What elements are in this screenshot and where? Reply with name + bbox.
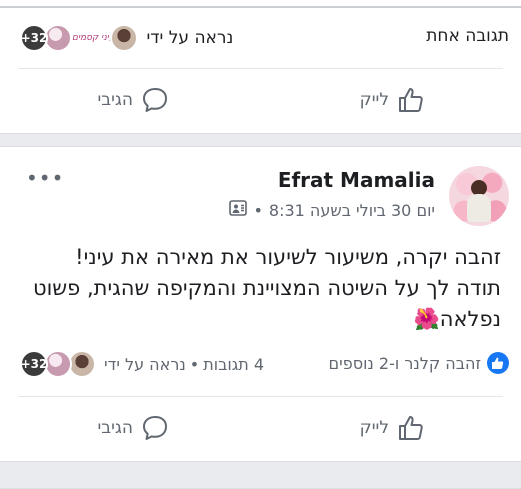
like-button[interactable]: לייק: [360, 414, 425, 442]
comment-icon: [141, 86, 169, 114]
reply-count-link[interactable]: תגובה אחת: [426, 26, 509, 46]
comment-label: הגיבי: [97, 90, 133, 110]
seen-avatar: [110, 24, 139, 52]
previous-post-top-edge: [0, 0, 521, 8]
seen-separator: •: [189, 354, 200, 374]
like-reaction-icon: [487, 352, 509, 374]
author-avatar[interactable]: [449, 166, 509, 226]
post-body-text: זהבה יקרה, משיעור לשיעור את מאירה את עינ…: [32, 245, 501, 331]
seen-avatar: [68, 350, 96, 378]
reactions-label: זהבה קלנר ו-2 נוספים: [328, 353, 482, 373]
like-label: לייק: [359, 418, 389, 438]
like-icon: [397, 414, 425, 442]
seen-avatar: [44, 24, 72, 52]
post-date[interactable]: יום 30 ביולי בשעה 8:31: [269, 201, 435, 220]
comments-seen-row[interactable]: +32 נראה על ידי • 4 תגובות: [20, 350, 264, 378]
author-name[interactable]: Efrat Mamalia: [278, 168, 435, 192]
divider: [18, 396, 503, 397]
seen-avatar: [44, 350, 72, 378]
seen-count-badge: +32: [20, 350, 48, 378]
like-label: לייק: [359, 90, 389, 110]
reactions-summary[interactable]: זהבה קלנר ו-2 נוספים: [328, 352, 509, 374]
comment-icon: [141, 414, 169, 442]
comment-button[interactable]: הגיבי: [97, 86, 169, 114]
divider: [18, 68, 503, 69]
comment-label: הגיבי: [97, 418, 133, 438]
comment-button[interactable]: הגיבי: [97, 414, 169, 442]
like-button[interactable]: לייק: [360, 86, 425, 114]
like-icon: [397, 86, 425, 114]
group-audience-icon: [229, 200, 248, 220]
avatar-body: [467, 194, 491, 222]
comments-count-link[interactable]: 4 תגובות: [203, 355, 264, 374]
seen-count-badge: +32: [20, 24, 48, 52]
meta-separator: •: [253, 200, 263, 220]
seen-by-label: נראה על ידי: [146, 28, 234, 48]
post-separator: [0, 133, 521, 147]
post-meta: יום 30 ביולי בשעה 8:31 •: [229, 200, 435, 220]
post-separator: [0, 461, 521, 489]
seen-logo-avatar: עיני קסמים: [72, 33, 115, 43]
seen-by-row[interactable]: +32 עיני קסמים נראה על ידי: [20, 24, 233, 52]
more-options-button[interactable]: •••: [26, 166, 64, 190]
seen-by-label: נראה על ידי: [104, 354, 186, 374]
